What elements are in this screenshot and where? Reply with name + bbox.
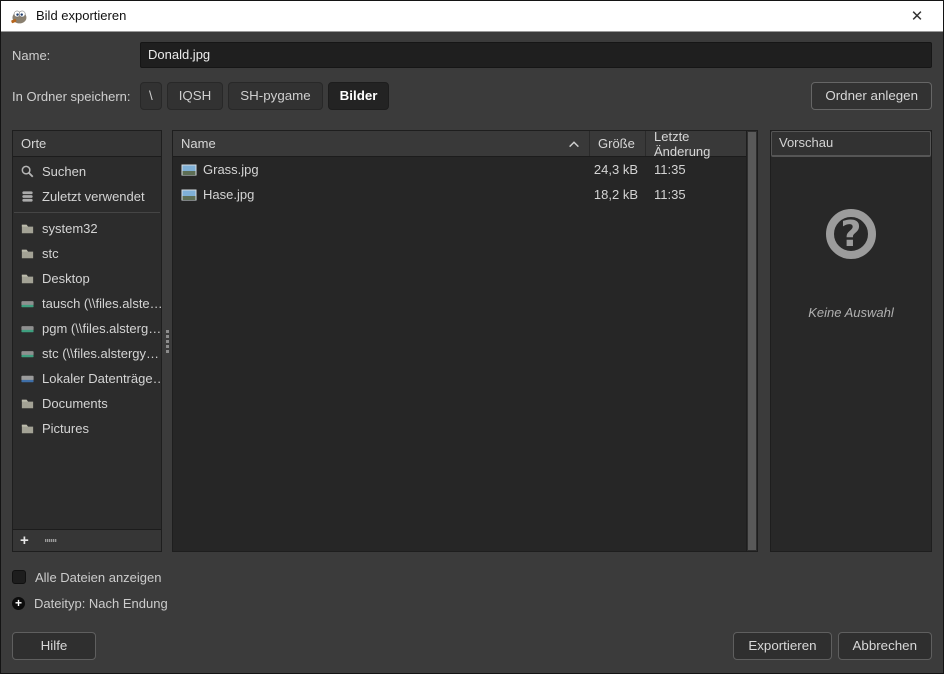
no-selection-text: Keine Auswahl — [808, 305, 894, 320]
titlebar: Bild exportieren ✕ — [0, 0, 944, 32]
help-button[interactable]: Hilfe — [12, 632, 96, 660]
sort-ascending-icon — [567, 138, 581, 150]
place-documents[interactable]: Documents — [13, 391, 161, 416]
search-icon — [20, 164, 35, 179]
pane-splitter[interactable] — [162, 130, 172, 552]
network-drive-icon — [20, 321, 35, 336]
column-header-name[interactable]: Name — [173, 131, 590, 156]
expand-plus-icon[interactable]: + — [12, 597, 25, 610]
cancel-button[interactable]: Abbrechen — [838, 632, 932, 660]
file-modified: 11:35 — [646, 162, 746, 177]
place-stc[interactable]: stc — [13, 241, 161, 266]
local-disk-icon — [20, 371, 35, 386]
footer: Hilfe Exportieren Abbrechen — [12, 632, 932, 660]
path-button-sh-pygame[interactable]: SH-pygame — [228, 82, 322, 109]
places-header[interactable]: Orte — [13, 131, 161, 157]
filename-input[interactable]: Donald.jpg — [140, 42, 932, 68]
column-header-modified[interactable]: Letzte Änderung — [646, 131, 746, 156]
image-file-icon — [181, 163, 197, 177]
checkbox-icon[interactable] — [12, 570, 26, 584]
name-row: Name: Donald.jpg — [0, 40, 944, 70]
image-file-icon — [181, 188, 197, 202]
recent-icon — [20, 189, 35, 204]
file-list-scrollbar[interactable] — [746, 131, 757, 551]
folder-row: In Ordner speichern: \ IQSH SH-pygame Bi… — [0, 78, 944, 114]
path-breadcrumb: \ IQSH SH-pygame Bilder — [140, 82, 389, 109]
places-pane: Orte Suchen Zuletzt verwendet — [12, 130, 162, 552]
places-toolbar: + — [13, 529, 161, 551]
place-system32[interactable]: system32 — [13, 216, 161, 241]
scrollbar-thumb[interactable] — [748, 132, 756, 550]
create-folder-button[interactable]: Ordner anlegen — [811, 82, 932, 109]
options-section: Alle Dateien anzeigen + Dateityp: Nach E… — [12, 564, 932, 616]
window-title: Bild exportieren — [36, 8, 126, 23]
folder-icon — [20, 246, 35, 261]
remove-place-button[interactable] — [45, 539, 57, 542]
column-header-size[interactable]: Größe — [590, 131, 646, 156]
file-size: 18,2 kB — [590, 187, 646, 202]
preview-pane: Vorschau ? Keine Auswahl — [770, 130, 932, 552]
file-type-expander[interactable]: + Dateityp: Nach Endung — [12, 590, 932, 616]
folder-icon — [20, 421, 35, 436]
question-mark-icon: ? — [826, 209, 876, 259]
place-stc-network[interactable]: stc (\\files.alstergy… — [13, 341, 161, 366]
file-type-label: Dateityp: Nach Endung — [34, 596, 168, 611]
place-lokaler-datentraeger[interactable]: Lokaler Datenträge… — [13, 366, 161, 391]
network-drive-icon — [20, 346, 35, 361]
close-icon[interactable]: ✕ — [900, 7, 934, 25]
save-in-folder-label: In Ordner speichern: — [12, 89, 140, 104]
file-row-hase[interactable]: Hase.jpg 18,2 kB 11:35 — [173, 182, 746, 207]
place-desktop[interactable]: Desktop — [13, 266, 161, 291]
preview-header: Vorschau — [771, 131, 931, 157]
place-zuletzt-verwendet[interactable]: Zuletzt verwendet — [13, 184, 161, 209]
file-modified: 11:35 — [646, 187, 746, 202]
places-separator — [14, 212, 160, 213]
network-drive-icon — [20, 296, 35, 311]
path-button-iqsh[interactable]: IQSH — [167, 82, 224, 109]
main-area: Orte Suchen Zuletzt verwendet — [12, 130, 932, 552]
export-image-dialog: { "window": { "title": "Bild exportieren… — [0, 0, 944, 674]
show-all-files-label: Alle Dateien anzeigen — [35, 570, 161, 585]
path-button-bilder[interactable]: Bilder — [328, 82, 390, 109]
folder-icon — [20, 396, 35, 411]
name-label: Name: — [12, 48, 140, 63]
splitter-grip-icon — [166, 340, 169, 343]
file-list-header: Name Größe Letzte Änderung — [173, 131, 746, 157]
folder-icon — [20, 271, 35, 286]
gimp-wilber-icon — [10, 7, 28, 25]
export-button[interactable]: Exportieren — [733, 632, 831, 660]
file-row-grass[interactable]: Grass.jpg 24,3 kB 11:35 — [173, 157, 746, 182]
place-suchen[interactable]: Suchen — [13, 159, 161, 184]
file-list-pane: Name Größe Letzte Änderung — [172, 130, 758, 552]
path-button-root[interactable]: \ — [140, 82, 162, 109]
places-list: Suchen Zuletzt verwendet system32 st — [13, 157, 161, 529]
file-size: 24,3 kB — [590, 162, 646, 177]
file-rows: Grass.jpg 24,3 kB 11:35 Hase.jpg 18,2 kB… — [173, 157, 757, 551]
folder-icon — [20, 221, 35, 236]
show-all-files-option[interactable]: Alle Dateien anzeigen — [12, 564, 932, 590]
place-tausch-network[interactable]: tausch (\\files.alste… — [13, 291, 161, 316]
place-pgm-network[interactable]: pgm (\\files.alsterg… — [13, 316, 161, 341]
place-pictures[interactable]: Pictures — [13, 416, 161, 441]
add-place-button[interactable]: + — [20, 533, 29, 548]
